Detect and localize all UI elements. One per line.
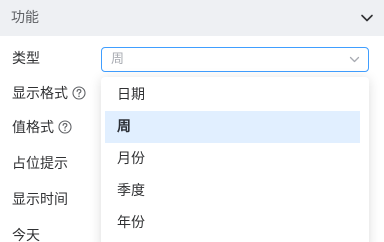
today-label: 今天 bbox=[12, 228, 40, 242]
chevron-down-icon[interactable] bbox=[358, 9, 376, 27]
type-dropdown-menu: 日期 周 月份 季度 年份 bbox=[101, 77, 369, 242]
type-select[interactable]: 周 bbox=[101, 47, 369, 72]
type-label: 类型 bbox=[12, 51, 40, 67]
type-select-value: 周 bbox=[111, 52, 125, 67]
dropdown-option-month[interactable]: 月份 bbox=[105, 143, 360, 175]
display-format-label-text: 显示格式 bbox=[12, 86, 68, 102]
question-circle-icon[interactable] bbox=[58, 119, 72, 134]
value-format-label-text: 值格式 bbox=[12, 120, 54, 136]
settings-panel: 功能 类型 周 显示格式 值格式 占位提示 显示时间 今天 日期 周 月份 季度 bbox=[0, 0, 384, 242]
dropdown-option-week[interactable]: 周 bbox=[105, 111, 360, 143]
dropdown-option-date[interactable]: 日期 bbox=[105, 79, 360, 111]
section-header[interactable]: 功能 bbox=[0, 0, 384, 36]
value-format-label: 值格式 bbox=[12, 118, 72, 138]
dropdown-option-quarter[interactable]: 季度 bbox=[105, 175, 360, 207]
question-circle-icon[interactable] bbox=[72, 85, 86, 100]
placeholder-label: 占位提示 bbox=[12, 156, 68, 172]
section-title: 功能 bbox=[11, 10, 39, 26]
show-time-label: 显示时间 bbox=[12, 192, 68, 208]
display-format-label: 显示格式 bbox=[12, 84, 86, 104]
dropdown-option-year[interactable]: 年份 bbox=[105, 207, 360, 239]
chevron-down-icon bbox=[349, 56, 360, 63]
